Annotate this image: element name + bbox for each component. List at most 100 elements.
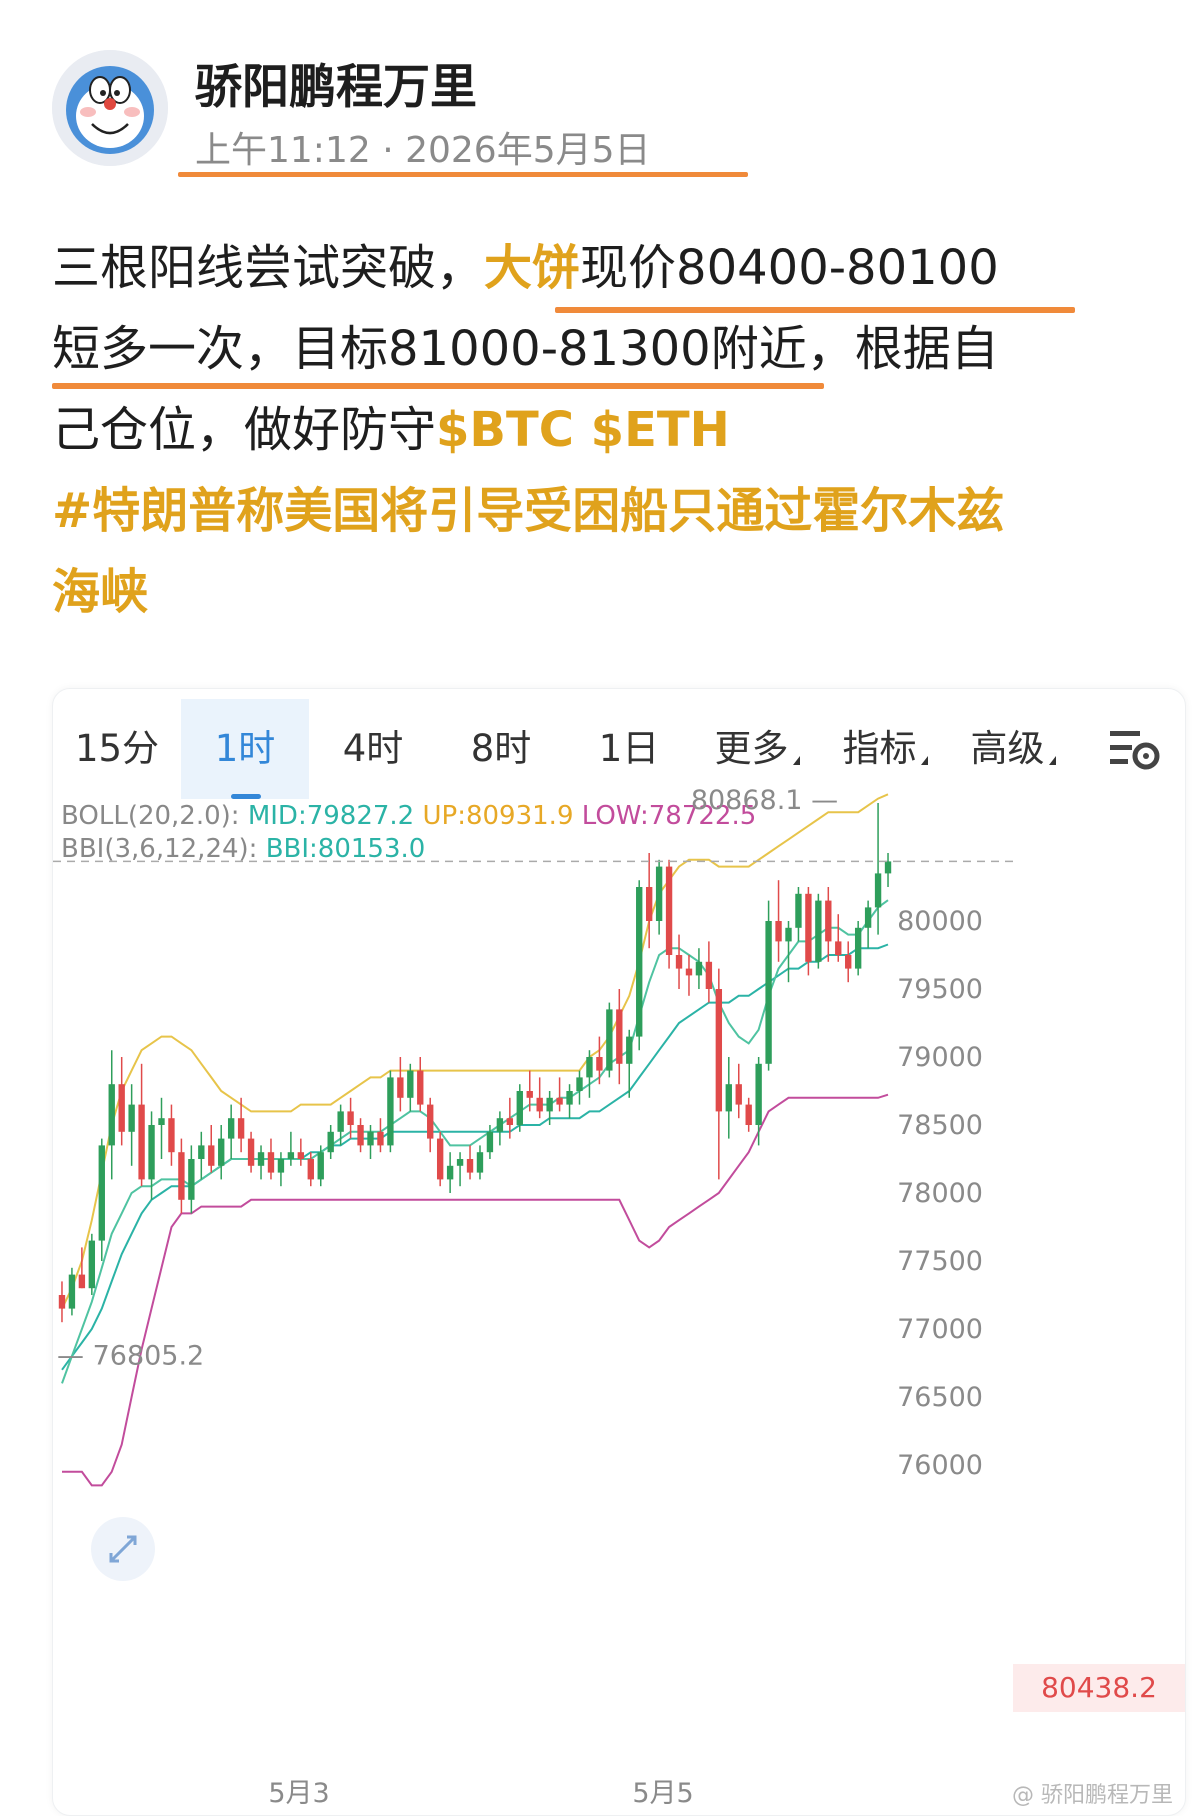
hashtag-topic[interactable]: #特朗普称美国将引导受困船只通过霍尔木兹: [52, 471, 1172, 552]
candle: [188, 1145, 195, 1214]
candle: [68, 1267, 76, 1316]
candle: [496, 1111, 504, 1146]
candle-body: [476, 1152, 484, 1173]
candle: [516, 1084, 523, 1132]
candle: [566, 1084, 573, 1119]
candle-body: [377, 1131, 384, 1146]
candle: [765, 900, 772, 1071]
candle: [108, 1050, 115, 1180]
candle: [874, 802, 882, 935]
candle-body: [436, 1138, 444, 1180]
candle-body: [735, 1084, 742, 1105]
candle-body: [576, 1077, 583, 1091]
candle-body: [208, 1145, 215, 1166]
hashtag-topic-cont[interactable]: 海峡: [52, 552, 1172, 633]
candle-body: [108, 1084, 115, 1146]
y-axis-tick-label: 77500: [897, 1246, 983, 1277]
candle: [636, 880, 643, 1051]
candle-body: [795, 893, 802, 928]
candle-body: [297, 1152, 305, 1159]
candle-body: [626, 1036, 633, 1064]
y-axis-tick-label: 77000: [897, 1314, 983, 1345]
candle-body: [168, 1118, 175, 1153]
candle: [576, 1070, 583, 1105]
candle-body: [775, 921, 782, 942]
candle: [536, 1077, 543, 1119]
highlight-underline: [555, 307, 1075, 313]
candle-body: [884, 861, 892, 874]
candle: [466, 1145, 474, 1180]
candle-body: [715, 989, 723, 1112]
candle-body: [407, 1070, 414, 1098]
candle: [247, 1131, 255, 1173]
post-line-1: 三根阳线尝试突破，大饼现价80400-80100: [52, 228, 1172, 309]
candle-body: [645, 887, 653, 921]
candle-body: [556, 1097, 563, 1105]
candle-body: [128, 1104, 135, 1132]
candle-body: [287, 1152, 295, 1159]
post-text: 三根阳线尝试突破，: [52, 240, 485, 296]
avatar[interactable]: [52, 50, 168, 166]
highlight-underline: [178, 172, 748, 177]
candle: [277, 1152, 285, 1187]
candle: [377, 1118, 384, 1153]
candle: [208, 1125, 215, 1173]
candle-body: [218, 1138, 225, 1166]
y-axis-tick-label: 78000: [897, 1178, 983, 1209]
candle-body: [536, 1097, 543, 1112]
y-axis-tick-label: 80000: [897, 906, 983, 937]
candle: [417, 1057, 424, 1112]
y-axis-tick-label: 76500: [897, 1382, 983, 1413]
candle: [795, 887, 802, 942]
candle: [227, 1104, 235, 1159]
candle-body: [68, 1274, 76, 1309]
candle-body: [237, 1118, 245, 1139]
candle: [845, 941, 852, 983]
y-axis-tick-label: 79000: [897, 1042, 983, 1073]
candle-body: [805, 893, 812, 962]
candle-body: [825, 900, 832, 942]
candle-body: [815, 900, 822, 962]
candle-body: [705, 961, 713, 989]
candle-body: [138, 1104, 145, 1180]
post-timestamp: 上午11:12 · 2026年5月5日: [195, 130, 651, 171]
candle: [745, 1097, 752, 1132]
candlestick-chart[interactable]: 76000 76500 77000 77500 78000 78500 79000 79500…: [53, 689, 1185, 1815]
ticker-tags[interactable]: $BTC $ETH: [436, 402, 730, 458]
candle: [655, 859, 663, 935]
candle-body: [337, 1111, 344, 1132]
candle-body: [874, 873, 882, 908]
candle-body: [58, 1295, 66, 1309]
candle: [118, 1057, 125, 1146]
low-price-annotation: — 76805.2: [57, 1340, 204, 1371]
candle: [178, 1138, 185, 1214]
candle-body: [854, 927, 862, 969]
candle: [397, 1057, 404, 1112]
candle: [456, 1152, 464, 1187]
candle-body: [277, 1159, 285, 1173]
candle-body: [466, 1159, 474, 1173]
candle-body: [188, 1159, 195, 1200]
candle-body: [785, 927, 792, 942]
candle-body: [387, 1077, 394, 1146]
candle-body: [397, 1077, 404, 1098]
candle-body: [765, 921, 772, 1064]
highlight-underline: [52, 383, 824, 389]
candle: [715, 968, 723, 1180]
candle-body: [586, 1057, 593, 1078]
candle-body: [516, 1091, 523, 1125]
candle: [685, 955, 693, 996]
candle-body: [118, 1084, 125, 1132]
candle: [128, 1084, 135, 1166]
coin-tag[interactable]: 大饼: [484, 240, 580, 296]
y-axis-tick-label: 79500: [897, 974, 983, 1005]
candle: [815, 893, 822, 969]
candle: [297, 1138, 305, 1166]
candle: [835, 914, 842, 962]
author-name[interactable]: 骄阳鹏程万里: [195, 48, 477, 117]
candle-body: [78, 1274, 86, 1289]
candle-body: [347, 1111, 354, 1125]
candle-body: [616, 1009, 623, 1064]
current-price-tag: 80438.2: [1013, 1664, 1185, 1712]
candle-body: [357, 1125, 364, 1146]
